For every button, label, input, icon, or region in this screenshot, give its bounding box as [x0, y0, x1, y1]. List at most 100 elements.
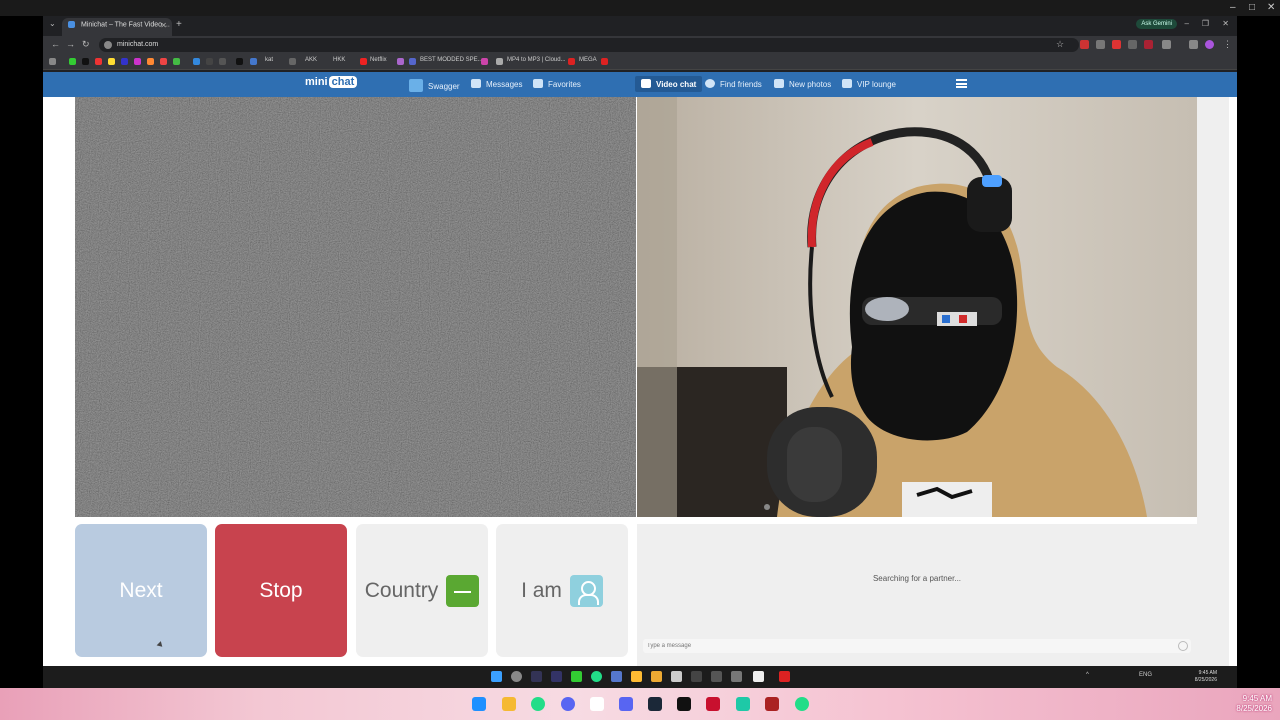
- reload-icon[interactable]: ↻: [82, 39, 90, 50]
- search-icon[interactable]: [511, 671, 522, 682]
- app-icon[interactable]: [736, 697, 750, 711]
- app-icon[interactable]: [671, 671, 682, 682]
- stop-button[interactable]: Stop: [215, 524, 347, 657]
- nav-find-friends[interactable]: Find friends: [705, 79, 762, 89]
- bookmark-link[interactable]: BEST MODDED SPE...: [420, 57, 483, 63]
- discord-icon[interactable]: [619, 697, 633, 711]
- bookmark-link[interactable]: AKK: [305, 57, 317, 63]
- bookmark-icon[interactable]: [289, 58, 296, 65]
- bookmark-icon[interactable]: [601, 58, 608, 65]
- folder-icon[interactable]: [502, 697, 516, 711]
- ask-gemini-button[interactable]: Ask Gemini: [1136, 19, 1177, 29]
- app-icon[interactable]: [531, 671, 542, 682]
- minichat-logo[interactable]: mini chat: [305, 76, 358, 88]
- nav-video-chat[interactable]: Video chat: [635, 76, 703, 92]
- menu-kebab-icon[interactable]: ⋮: [1223, 39, 1232, 50]
- bookmark-icon[interactable]: [206, 58, 213, 65]
- chrome-icon[interactable]: [591, 671, 602, 682]
- maximize-icon[interactable]: □: [1249, 2, 1255, 13]
- extension-icon[interactable]: [1144, 40, 1153, 49]
- nav-favorites[interactable]: Favorites: [533, 79, 581, 89]
- bookmark-icon[interactable]: [82, 58, 89, 65]
- language-indicator[interactable]: ENG: [1139, 672, 1152, 678]
- bookmark-icon[interactable]: [160, 58, 167, 65]
- app-icon[interactable]: [691, 671, 702, 682]
- extensions-puzzle-icon[interactable]: [1162, 40, 1171, 49]
- bookmark-icon[interactable]: [193, 58, 200, 65]
- discord-icon[interactable]: [611, 671, 622, 682]
- app-icon[interactable]: [711, 671, 722, 682]
- folder-icon[interactable]: [651, 671, 662, 682]
- message-input[interactable]: [643, 639, 1191, 653]
- app-icon[interactable]: [779, 671, 790, 682]
- tiktok-icon[interactable]: [677, 697, 691, 711]
- emoji-icon[interactable]: [1178, 641, 1188, 651]
- forward-icon[interactable]: →: [66, 39, 75, 49]
- app-icon[interactable]: [631, 671, 642, 682]
- extension-icon[interactable]: [1128, 40, 1137, 49]
- window-close-icon[interactable]: ✕: [1222, 19, 1229, 28]
- bookmark-icon[interactable]: [121, 58, 128, 65]
- bookmark-star-icon[interactable]: ☆: [1056, 39, 1064, 50]
- desktop-clock[interactable]: 9:45 AM 8/25/2026: [1236, 694, 1272, 714]
- nav-messages[interactable]: Messages: [471, 79, 522, 89]
- browser-tab[interactable]: Minichat – The Fast Video ... ✕: [62, 18, 172, 36]
- chrome-icon[interactable]: [531, 697, 545, 711]
- extension-icon[interactable]: [1096, 40, 1105, 49]
- hamburger-menu-icon[interactable]: [956, 79, 967, 88]
- start-menu-icon[interactable]: [472, 697, 486, 711]
- gender-select-button[interactable]: I am: [496, 524, 628, 657]
- file-icon[interactable]: [590, 697, 604, 711]
- nav-new-photos[interactable]: New photos: [774, 79, 831, 89]
- address-bar[interactable]: minichat.com: [99, 38, 1079, 52]
- window-minimize-icon[interactable]: –: [1185, 19, 1189, 28]
- profile-avatar[interactable]: [1205, 40, 1214, 49]
- sidebar-icon[interactable]: [1189, 40, 1198, 49]
- tiktok-live-icon[interactable]: [706, 697, 720, 711]
- extension-icon[interactable]: [1080, 40, 1089, 49]
- bookmark-link[interactable]: kat: [265, 57, 273, 63]
- bookmark-link[interactable]: Netflix: [370, 57, 387, 63]
- site-info-icon[interactable]: [104, 41, 112, 49]
- bookmark-icon[interactable]: [409, 58, 416, 65]
- steam-icon[interactable]: [648, 697, 662, 711]
- bookmark-icon[interactable]: [69, 58, 76, 65]
- apps-icon[interactable]: [49, 58, 56, 65]
- bookmark-icon[interactable]: [236, 58, 243, 65]
- discord-icon[interactable]: [561, 697, 575, 711]
- next-button[interactable]: Next: [75, 524, 207, 657]
- bookmark-link[interactable]: MEGA: [579, 57, 597, 63]
- bookmark-icon[interactable]: [147, 58, 154, 65]
- window-restore-icon[interactable]: ❐: [1202, 19, 1209, 28]
- nav-swagger[interactable]: Swagger: [409, 79, 460, 92]
- bookmark-link[interactable]: MP4 to MP3 | Cloud...: [507, 57, 566, 63]
- app-icon[interactable]: [551, 671, 562, 682]
- bookmark-icon[interactable]: [481, 58, 488, 65]
- back-icon[interactable]: ←: [51, 39, 60, 49]
- tab-list-icon[interactable]: ⌄: [49, 19, 56, 28]
- app-icon[interactable]: [753, 671, 764, 682]
- tab-close-icon[interactable]: ✕: [160, 21, 167, 30]
- bookmark-icon[interactable]: [134, 58, 141, 65]
- bookmark-icon[interactable]: [95, 58, 102, 65]
- bookmark-icon[interactable]: [219, 58, 226, 65]
- bookmark-link[interactable]: HKK: [333, 57, 345, 63]
- inner-clock[interactable]: 9:45 AM 8/25/2026: [1195, 670, 1217, 684]
- chrome-icon[interactable]: [795, 697, 809, 711]
- new-tab-icon[interactable]: +: [176, 19, 182, 30]
- bookmark-icon[interactable]: [250, 58, 257, 65]
- minimize-icon[interactable]: –: [1230, 2, 1236, 13]
- extension-icon[interactable]: [1112, 40, 1121, 49]
- app-icon[interactable]: [571, 671, 582, 682]
- close-icon[interactable]: ✕: [1267, 2, 1275, 13]
- bookmark-icon[interactable]: [496, 58, 503, 65]
- tray-chevron-icon[interactable]: ^: [1086, 672, 1089, 678]
- app-icon[interactable]: [731, 671, 742, 682]
- nav-vip-lounge[interactable]: VIP lounge: [842, 79, 896, 89]
- bookmark-icon[interactable]: [173, 58, 180, 65]
- country-filter-button[interactable]: Country: [356, 524, 488, 657]
- bookmark-icon[interactable]: [108, 58, 115, 65]
- bookmark-icon[interactable]: [397, 58, 404, 65]
- app-icon[interactable]: [765, 697, 779, 711]
- start-menu-icon[interactable]: [491, 671, 502, 682]
